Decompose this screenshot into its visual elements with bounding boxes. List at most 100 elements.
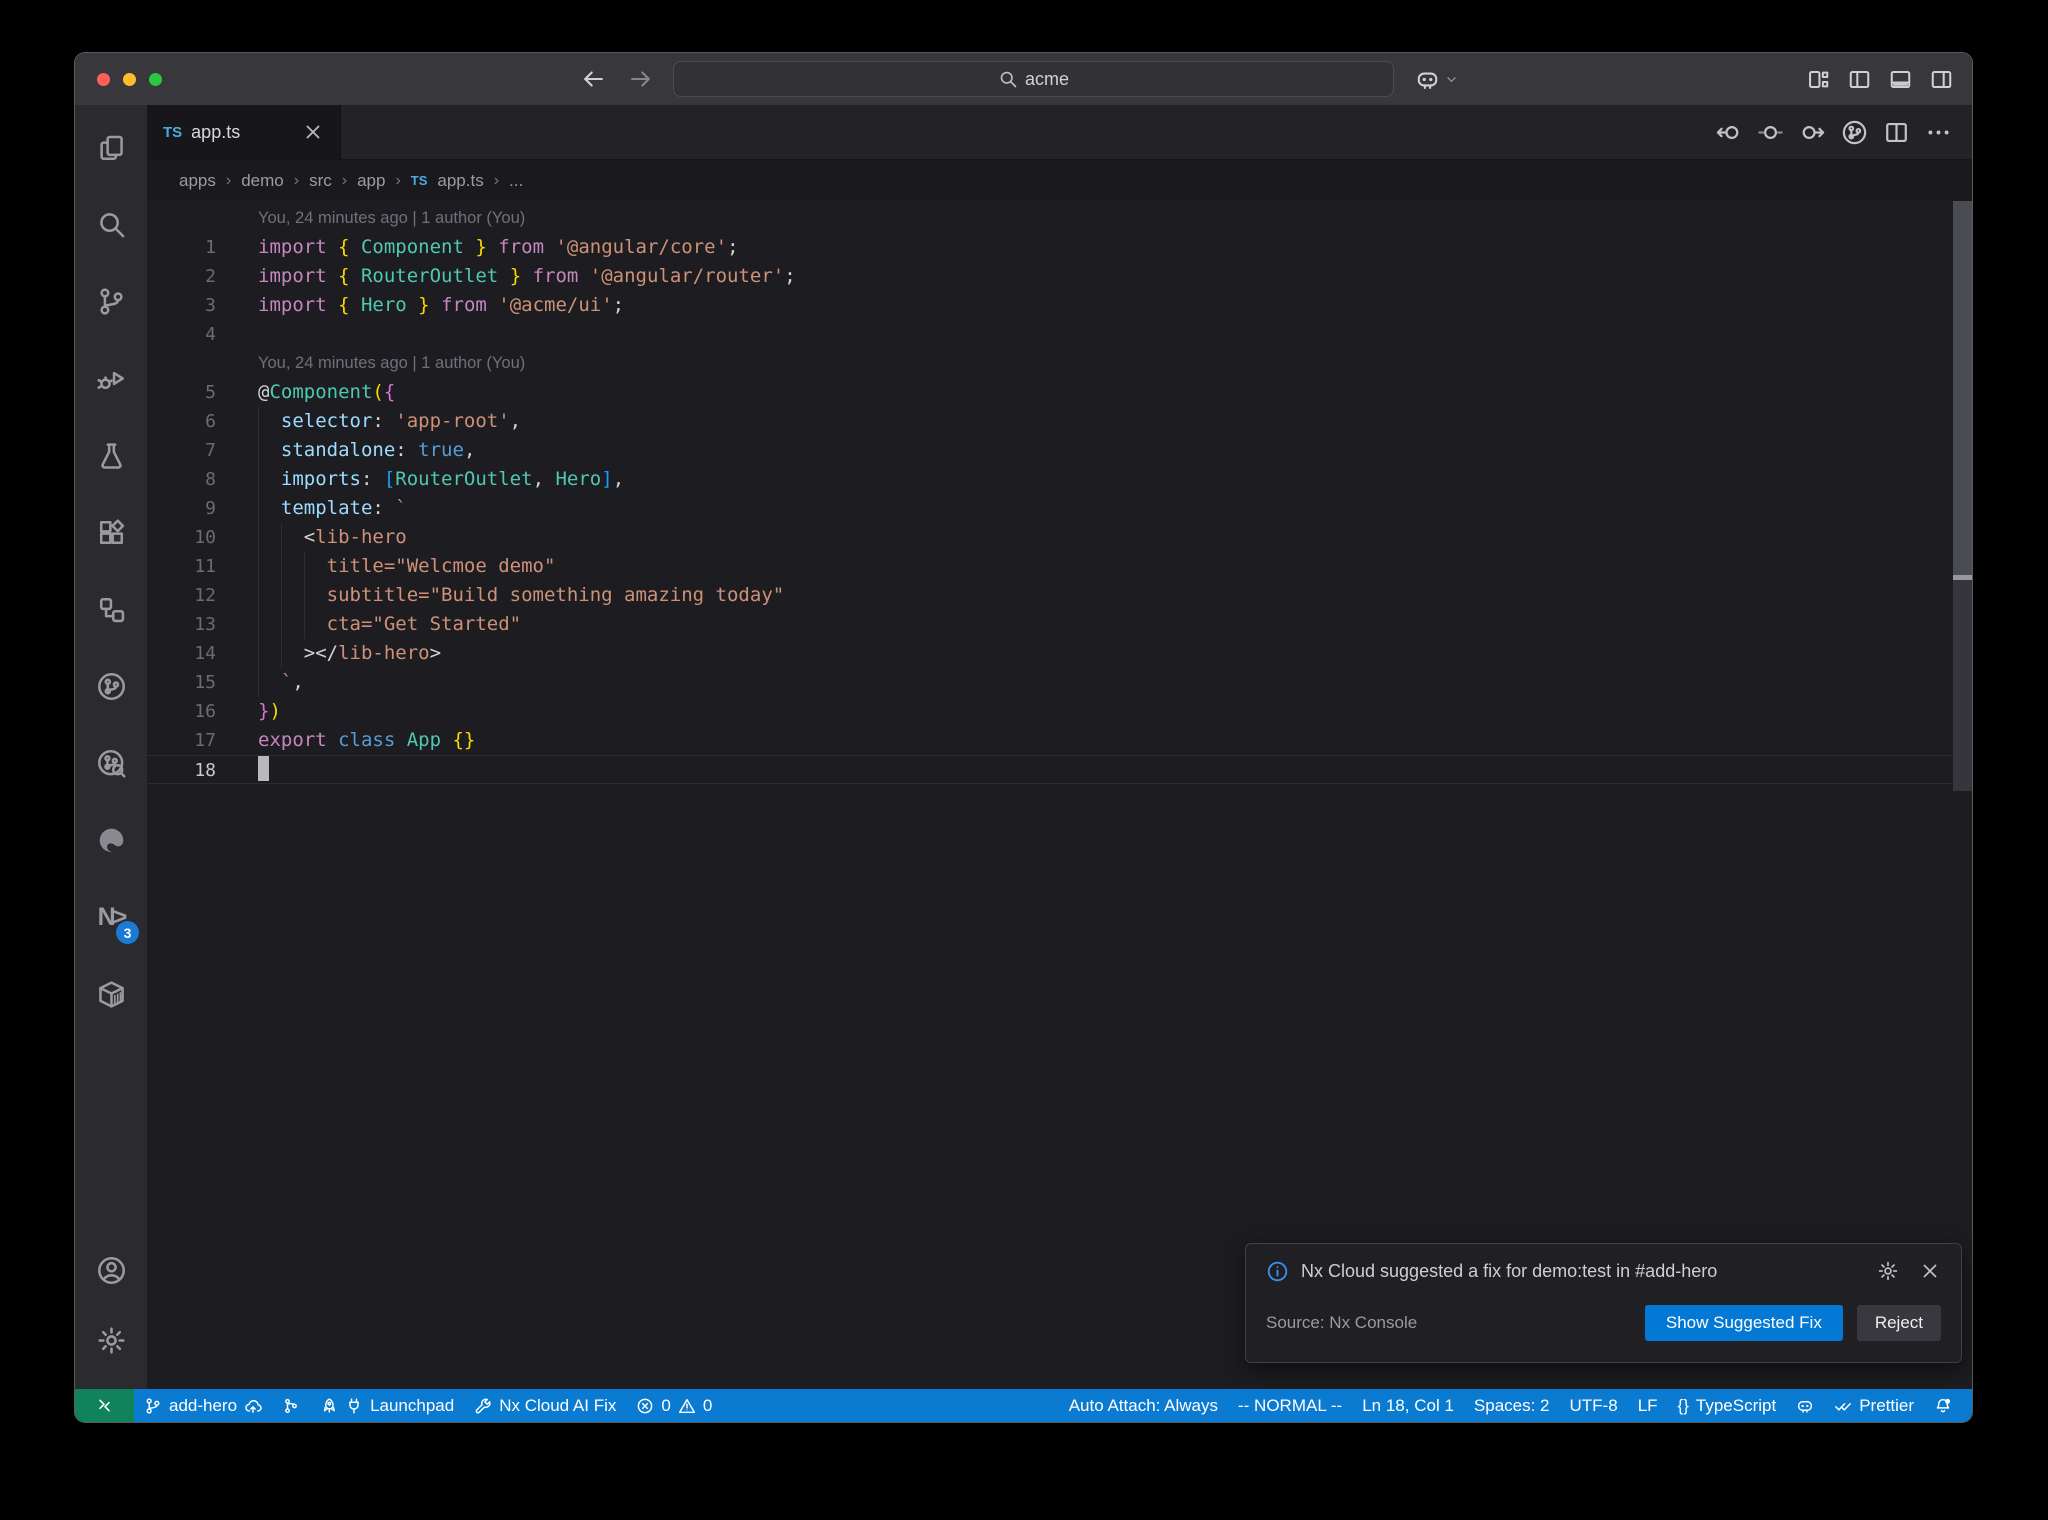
- plug-icon: [345, 1397, 363, 1415]
- activity-item-testing[interactable]: [75, 417, 147, 494]
- navigate-back-icon[interactable]: [580, 66, 606, 92]
- indent-guide: [258, 465, 259, 494]
- breadcrumb-more[interactable]: ...: [509, 171, 523, 191]
- copilot-icon: [1415, 67, 1440, 92]
- code-line: 13 cta="Get Started": [147, 610, 1972, 639]
- activity-item-nx-console[interactable]: N> 3: [75, 879, 147, 956]
- scrollbar-thumb[interactable]: [1953, 201, 1972, 575]
- status-branch-indicator[interactable]: add-hero: [134, 1389, 272, 1422]
- gitlens-annotations-icon[interactable]: [1757, 119, 1784, 146]
- breadcrumb-item-src[interactable]: src: [309, 171, 332, 191]
- toggle-panel-icon[interactable]: [1888, 67, 1913, 92]
- customize-layout-icon[interactable]: [1806, 67, 1831, 92]
- traffic-lights: [75, 72, 162, 86]
- activity-item-run-debug[interactable]: [75, 340, 147, 417]
- activity-item-source-control[interactable]: [75, 263, 147, 340]
- notification-source: Source: Nx Console: [1266, 1313, 1418, 1332]
- activity-item-accounts[interactable]: [75, 1235, 147, 1305]
- code-line: 11 title="Welcmoe demo": [147, 552, 1972, 581]
- status-eol[interactable]: LF: [1628, 1389, 1668, 1422]
- toggle-secondary-sidebar-icon[interactable]: [1929, 67, 1954, 92]
- activity-item-gitlens[interactable]: [75, 648, 147, 725]
- tab-label: app.ts: [191, 121, 241, 142]
- status-encoding[interactable]: UTF-8: [1560, 1389, 1628, 1422]
- status-nx-cloud-ai-fix[interactable]: Nx Cloud AI Fix: [464, 1389, 626, 1422]
- status-vim-mode[interactable]: -- NORMAL --: [1228, 1389, 1352, 1422]
- activity-item-search[interactable]: [75, 186, 147, 263]
- gitlens-inspect-icon: [96, 748, 127, 779]
- more-actions-icon[interactable]: [1925, 119, 1952, 146]
- line-number: 8: [205, 469, 216, 490]
- toggle-primary-sidebar-icon[interactable]: [1847, 67, 1872, 92]
- breadcrumb-separator: ›: [293, 171, 300, 189]
- status-copilot-status[interactable]: [1786, 1389, 1824, 1422]
- line-number: 2: [205, 266, 216, 287]
- indent-guide: [303, 610, 305, 639]
- indent-guide: [258, 668, 259, 697]
- activity-item-project-graph[interactable]: [75, 571, 147, 648]
- status-indentation[interactable]: Spaces: 2: [1464, 1389, 1560, 1422]
- split-editor-icon[interactable]: [1883, 119, 1910, 146]
- gitlens-prev-change-icon[interactable]: [1715, 119, 1742, 146]
- breadcrumb-separator: ›: [341, 171, 348, 189]
- line-number: 15: [194, 672, 216, 693]
- breadcrumb-item-demo[interactable]: demo: [241, 171, 284, 191]
- indent-guide: [258, 436, 259, 465]
- notification-settings-icon[interactable]: [1877, 1260, 1899, 1282]
- copilot-menu[interactable]: [1415, 67, 1459, 92]
- show-suggested-fix-button[interactable]: Show Suggested Fix: [1644, 1305, 1843, 1341]
- remote-icon: [95, 1396, 114, 1415]
- indent-guide: [303, 552, 305, 581]
- gitlens-graph-icon[interactable]: [1841, 119, 1868, 146]
- status-auto-attach[interactable]: Auto Attach: Always: [1059, 1389, 1228, 1422]
- status-problems[interactable]: 00: [626, 1389, 722, 1422]
- close-window-button[interactable]: [97, 72, 110, 86]
- notification-close-icon[interactable]: [1919, 1260, 1941, 1282]
- activity-item-explorer[interactable]: [75, 109, 147, 186]
- breadcrumb-item-file[interactable]: app.ts: [437, 171, 483, 191]
- project-graph-icon: [96, 594, 127, 625]
- line-number: 4: [205, 324, 216, 345]
- indent-guide: [258, 610, 259, 639]
- status-formatter[interactable]: Prettier: [1824, 1389, 1924, 1422]
- activity-item-edge-devtools[interactable]: [75, 802, 147, 879]
- extensions-icon: [96, 517, 127, 548]
- navigate-forward-icon[interactable]: [628, 66, 654, 92]
- reject-button[interactable]: Reject: [1856, 1305, 1941, 1341]
- status-language-mode[interactable]: {} TypeScript: [1668, 1389, 1787, 1422]
- minimize-window-button[interactable]: [123, 72, 136, 86]
- info-icon: [1266, 1260, 1289, 1283]
- code-line: 14 ></lib-hero>: [147, 639, 1972, 668]
- accounts-icon: [96, 1255, 127, 1286]
- activity-item-containers[interactable]: [75, 956, 147, 1033]
- status-notifications-bell[interactable]: [1924, 1389, 1962, 1422]
- tab-app-ts[interactable]: TS app.ts: [147, 105, 341, 159]
- source-control-icon: [96, 286, 127, 317]
- line-number: 3: [205, 295, 216, 316]
- status-source-control-graph[interactable]: [272, 1389, 310, 1422]
- typescript-file-icon: TS: [410, 173, 428, 188]
- run-debug-icon: [96, 363, 127, 394]
- breadcrumb-item-app[interactable]: app: [357, 171, 385, 191]
- gitlens-next-change-icon[interactable]: [1799, 119, 1826, 146]
- status-launchpad[interactable]: Launchpad: [310, 1389, 464, 1422]
- line-number: 18: [194, 760, 216, 781]
- activity-item-settings[interactable]: [75, 1305, 147, 1375]
- breadcrumb-item-apps[interactable]: apps: [179, 171, 216, 191]
- activity-item-extensions[interactable]: [75, 494, 147, 571]
- zoom-window-button[interactable]: [149, 72, 162, 86]
- code-line: 16}): [147, 697, 1972, 726]
- remote-indicator-button[interactable]: [75, 1389, 134, 1422]
- code-editor[interactable]: You, 24 minutes ago | 1 author (You) 1 imp…: [147, 201, 1972, 1389]
- editor-scrollbar[interactable]: [1953, 201, 1972, 1389]
- command-center-search[interactable]: acme: [673, 61, 1394, 97]
- indent-guide: [280, 639, 282, 668]
- activity-item-gitlens-inspect[interactable]: [75, 725, 147, 802]
- indent-guide: [258, 581, 259, 610]
- close-tab-icon[interactable]: [302, 121, 324, 143]
- graph-icon: [282, 1397, 300, 1415]
- indent-guide: [258, 407, 259, 436]
- breadcrumb-separator: ›: [493, 171, 500, 189]
- line-number: 7: [205, 440, 216, 461]
- status-cursor-position[interactable]: Ln 18, Col 1: [1352, 1389, 1464, 1422]
